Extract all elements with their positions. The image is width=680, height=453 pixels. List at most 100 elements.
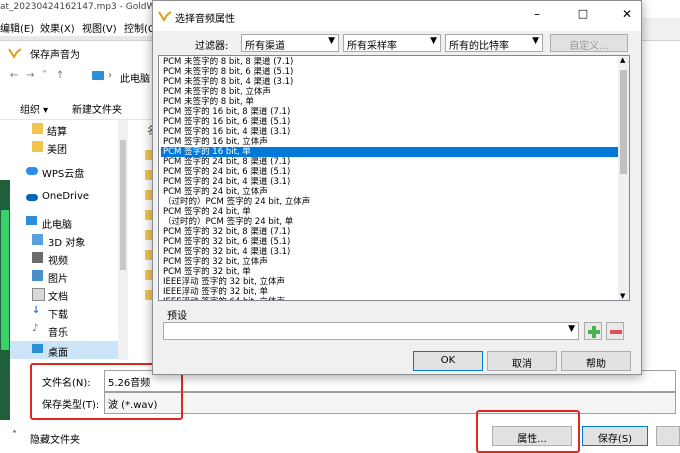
computer-icon <box>26 216 37 225</box>
format-item[interactable]: PCM 签字的 24 bit, 8 渠道 (7.1) <box>161 157 619 167</box>
nav-item-documents[interactable]: 文档 <box>0 285 128 303</box>
channel-filter-value: 所有渠道 <box>245 41 285 52</box>
format-item[interactable]: PCM 签字的 32 bit, 立体声 <box>161 257 619 267</box>
nav-item-music[interactable]: ♪ 音乐 <box>0 321 128 339</box>
scroll-up-icon[interactable]: ▲ <box>620 56 625 64</box>
format-item[interactable]: PCM 未签字的 8 bit, 6 渠道 (5.1) <box>161 67 619 77</box>
minimize-icon[interactable]: – <box>527 7 547 25</box>
attributes-title-bar: 选择音频属性 – □ ✕ <box>153 1 641 31</box>
format-item[interactable]: PCM 签字的 24 bit, 6 渠道 (5.1) <box>161 167 619 177</box>
format-item[interactable]: PCM 未签字的 8 bit, 4 渠道 (3.1) <box>161 77 619 87</box>
format-item-selected[interactable]: PCM 签字的 16 bit, 单 <box>161 147 619 157</box>
nav-item-meituan[interactable]: 美团 <box>0 138 128 156</box>
format-item[interactable]: PCM 签字的 32 bit, 4 渠道 (3.1) <box>161 247 619 257</box>
format-item[interactable]: IEEE浮动 签字的 32 bit, 单 <box>161 287 619 297</box>
format-item[interactable]: PCM 签字的 32 bit, 8 渠道 (7.1) <box>161 227 619 237</box>
goldwave-icon <box>8 48 22 59</box>
help-button[interactable]: 帮助 <box>561 351 631 371</box>
cancel-button[interactable]: 取消 <box>487 351 557 371</box>
channel-filter-select[interactable]: 所有渠道 ▼ <box>241 34 339 52</box>
back-icon[interactable]: ← <box>10 70 18 81</box>
scroll-thumb[interactable] <box>620 70 627 174</box>
nav-item-wps-cloud[interactable]: WPS云盘 <box>0 162 128 180</box>
nav-item-desktop[interactable]: 桌面 <box>0 341 128 359</box>
nav-label: 视频 <box>48 256 68 267</box>
goldwave-icon <box>158 11 172 22</box>
up-icon[interactable]: ↑ <box>56 70 64 81</box>
help-label: 帮助 <box>586 359 606 370</box>
document-icon <box>32 288 45 301</box>
address-path[interactable]: 此电脑 <box>120 70 150 85</box>
save-button[interactable]: 保存(S) <box>582 426 648 446</box>
nav-label: 桌面 <box>48 348 68 359</box>
music-icon: ♪ <box>32 323 39 334</box>
ok-button[interactable]: OK <box>413 351 483 371</box>
filter-label: 过滤器: <box>195 41 229 52</box>
samplerate-filter-select[interactable]: 所有采样率 ▼ <box>343 34 441 52</box>
maximize-icon[interactable]: □ <box>573 7 593 25</box>
nav-item-videos[interactable]: 视频 <box>0 249 128 267</box>
format-item[interactable]: （过时的）PCM 签字的 24 bit, 立体声 <box>161 197 619 207</box>
attributes-dialog: 选择音频属性 – □ ✕ 过滤器: 所有渠道 ▼ 所有采样率 ▼ 所有的比特率 … <box>152 0 642 375</box>
nav-label: 音乐 <box>48 328 68 339</box>
menu-effects[interactable]: 效果(X) <box>40 20 75 35</box>
nav-item-this-pc[interactable]: 此电脑 <box>0 213 128 231</box>
nav-label: 下载 <box>48 310 68 321</box>
format-item[interactable]: PCM 签字的 32 bit, 6 渠道 (5.1) <box>161 237 619 247</box>
format-list-scrollbar[interactable]: ▲ ▼ <box>618 56 629 300</box>
nav-label: 结算 <box>47 127 67 138</box>
hide-folders-label: 隐藏文件夹 <box>30 435 80 446</box>
format-item[interactable]: PCM 签字的 24 bit, 4 渠道 (3.1) <box>161 177 619 187</box>
format-item[interactable]: PCM 签字的 24 bit, 单 <box>161 207 619 217</box>
custom-label: 自定义... <box>569 41 609 52</box>
bitrate-filter-select[interactable]: 所有的比特率 ▼ <box>445 34 543 52</box>
nav-item-jiesuan[interactable]: 结算 <box>0 120 128 138</box>
navigation-pane: 结算 美团 WPS云盘 OneDrive 此电脑 3D 对象 视频 图片 文档 … <box>0 120 128 360</box>
highlight-attributes-box <box>476 410 580 453</box>
desktop-icon <box>32 344 43 353</box>
nav-label: 3D 对象 <box>48 238 86 249</box>
samplerate-filter-value: 所有采样率 <box>347 41 397 52</box>
nav-label: WPS云盘 <box>42 169 85 180</box>
add-preset-button[interactable] <box>584 322 602 340</box>
format-item[interactable]: PCM 签字的 24 bit, 立体声 <box>161 187 619 197</box>
menu-view[interactable]: 视图(V) <box>82 20 117 35</box>
custom-button[interactable]: 自定义... <box>550 34 628 52</box>
format-item[interactable]: PCM 未签字的 8 bit, 单 <box>161 97 619 107</box>
format-item[interactable]: PCM 未签字的 8 bit, 8 渠道 (7.1) <box>161 57 619 67</box>
folder-icon <box>32 123 43 134</box>
scroll-thumb[interactable] <box>120 140 126 270</box>
nav-item-onedrive[interactable]: OneDrive <box>0 188 128 206</box>
remove-preset-button[interactable] <box>606 322 624 340</box>
close-icon[interactable]: ✕ <box>617 7 637 25</box>
folder-icon <box>32 141 43 152</box>
nav-item-3d-objects[interactable]: 3D 对象 <box>0 231 128 249</box>
dropdown-icon[interactable]: ˅ <box>42 70 47 81</box>
nav-item-pictures[interactable]: 图片 <box>0 267 128 285</box>
preset-select[interactable]: ▼ <box>163 322 579 340</box>
forward-icon[interactable]: → <box>26 70 34 81</box>
format-item[interactable]: PCM 签字的 16 bit, 8 渠道 (7.1) <box>161 107 619 117</box>
menu-edit[interactable]: 编辑(E) <box>0 20 34 35</box>
computer-icon <box>92 71 104 80</box>
cancel-button-partial[interactable] <box>656 426 680 446</box>
picture-icon <box>32 270 43 281</box>
organize-button[interactable]: 组织 ▾ <box>20 101 48 116</box>
bitrate-filter-value: 所有的比特率 <box>449 41 509 52</box>
format-item[interactable]: IEEE浮动 签字的 64 bit, 立体声 <box>161 297 619 300</box>
format-item[interactable]: PCM 签字的 16 bit, 6 渠道 (5.1) <box>161 117 619 127</box>
chevron-down-icon: ▼ <box>532 36 539 46</box>
format-item[interactable]: IEEE浮动 签字的 32 bit, 立体声 <box>161 277 619 287</box>
filetype-select[interactable]: 波 (*.wav) <box>104 392 676 414</box>
nav-item-downloads[interactable]: ↓ 下载 <box>0 303 128 321</box>
new-folder-button[interactable]: 新建文件夹 <box>72 101 122 116</box>
format-item[interactable]: PCM 签字的 16 bit, 4 渠道 (3.1) <box>161 127 619 137</box>
format-list[interactable]: PCM 未签字的 8 bit, 8 渠道 (7.1) PCM 未签字的 8 bit… <box>158 55 630 301</box>
nav-scrollbar[interactable] <box>118 120 128 360</box>
download-icon: ↓ <box>32 305 41 316</box>
format-item[interactable]: PCM 未签字的 8 bit, 立体声 <box>161 87 619 97</box>
format-item[interactable]: PCM 签字的 32 bit, 单 <box>161 267 619 277</box>
scroll-down-icon[interactable]: ▼ <box>620 292 625 300</box>
format-item[interactable]: （过时的）PCM 签字的 24 bit, 单 <box>161 217 619 227</box>
format-item[interactable]: PCM 签字的 16 bit, 立体声 <box>161 137 619 147</box>
